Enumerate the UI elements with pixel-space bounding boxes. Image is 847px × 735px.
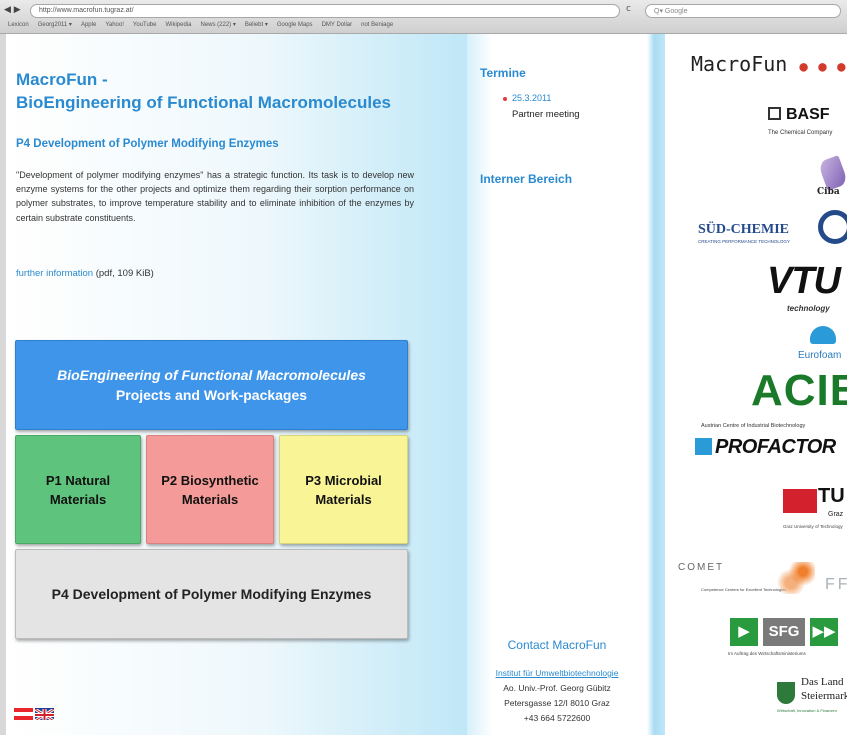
sfg-logo[interactable]: ▶ SFG ▶▶ — [730, 618, 838, 646]
bookmark-item[interactable]: Wikipedia — [165, 22, 191, 28]
tu-graz-tagline: Graz University of Technology — [783, 524, 843, 529]
steiermark-crest-icon — [777, 682, 795, 704]
section-subtitle: P4 Development of Polymer Modifying Enzy… — [16, 138, 279, 150]
back-forward-buttons[interactable]: ◀ ▶ — [4, 5, 21, 15]
institute-link[interactable]: Institut für Umweltbiotechnologie — [467, 666, 647, 681]
pdf-size: (pdf, 109 KiB) — [95, 268, 154, 279]
profactor-logo[interactable]: PROFACTOR — [695, 436, 836, 459]
sfg-wordmark: SFG — [763, 618, 805, 646]
comet-tagline: Competence Centers for Excellent Technol… — [701, 587, 787, 592]
contact-phone: +43 664 5722600 — [523, 713, 591, 723]
acib-logo[interactable]: ACIB — [751, 366, 847, 416]
bookmarks-bar: Lexicon Georg2011 ▾ Apple Yahoo! YouTube Wiki… — [8, 21, 838, 32]
contact-address: Petersgasse 12/I 8010 Graz — [504, 698, 610, 708]
title-line-1: MacroFun - — [16, 70, 108, 89]
further-info: further information (pdf, 109 KiB) — [16, 268, 154, 279]
ffg-logo[interactable]: FFG — [825, 576, 847, 594]
contact-block: Institut für Umweltbiotechnologie Ao. Un… — [467, 666, 647, 726]
bookmark-item[interactable]: Lexicon — [8, 22, 29, 28]
news-sidebar: Termine 25.3.2011 Partner meeting Intern… — [467, 34, 647, 735]
event-date[interactable]: 25.3.2011 — [512, 93, 551, 103]
profactor-wordmark: PROFACTOR — [715, 436, 836, 458]
ffg-swirl-icon — [775, 562, 815, 594]
further-information-link[interactable]: further information — [16, 268, 93, 279]
work-packages-header-box: BioEngineering of Functional Macromolecu… — [15, 340, 408, 430]
tu-graz-blocks-icon — [783, 489, 817, 513]
steiermark-logo[interactable]: Das Land Steiermark — [801, 675, 847, 703]
bookmark-item[interactable]: Apple — [81, 22, 96, 28]
basf-square-icon — [768, 107, 781, 120]
bookmark-item[interactable]: Yahoo! — [105, 22, 124, 28]
eurofoam-wave-icon — [810, 326, 836, 344]
main-content: MacroFun - BioEngineering of Functional … — [6, 34, 467, 735]
bookmark-item[interactable]: DMY Dollar — [322, 22, 353, 28]
partner-logos: MacroFun ● ● ● BASF The Chemical Company… — [665, 34, 847, 735]
macrofun-dots: ● ● ● — [799, 59, 847, 75]
bookmark-item[interactable]: Georg2011 ▾ — [38, 22, 72, 28]
steiermark-tagline: Wirtschaft, Innovation & Finanzen — [777, 708, 837, 713]
steiermark-line-1: Das Land — [801, 676, 844, 688]
eurofoam-logo[interactable]: Eurofoam — [798, 350, 841, 361]
bookmark-item[interactable]: News (222) ▾ — [200, 22, 235, 28]
event-text: Partner meeting — [512, 109, 580, 120]
vtu-tagline: technology — [787, 304, 830, 313]
termine-heading[interactable]: Termine — [480, 66, 526, 80]
browser-search-input[interactable]: Q▾ Google — [645, 4, 841, 18]
address-bar[interactable]: http://www.macrofun.tugraz.at/ — [30, 4, 620, 18]
reload-icon[interactable]: c — [626, 4, 631, 14]
bookmark-item[interactable]: Beliebt ▾ — [245, 22, 268, 28]
contact-heading: Contact MacroFun — [507, 638, 607, 652]
macrofun-logo[interactable]: MacroFun ● ● ● — [691, 52, 847, 76]
decorative-strip — [647, 34, 665, 735]
acib-tagline: Austrian Centre of Industrial Biotechnol… — [701, 423, 806, 429]
profactor-square-icon — [695, 438, 712, 455]
sfg-forward-icon: ▶▶ — [810, 618, 838, 646]
search-placeholder: Google — [664, 8, 688, 15]
p4-box[interactable]: P4 Development of Polymer Modifying Enzy… — [15, 549, 408, 639]
vtu-logo[interactable]: VTU — [767, 260, 841, 303]
title-line-2: BioEngineering of Functional Macromolecu… — [16, 93, 391, 112]
p2-box[interactable]: P2 Biosynthetic Materials — [146, 435, 274, 544]
uk-flag-graphic — [35, 708, 54, 720]
sud-chemie-logo[interactable]: SÜD-CHEMIE — [698, 222, 789, 238]
tu-graz-label: Graz — [828, 511, 844, 518]
p1-box[interactable]: P1 Natural Materials — [15, 435, 141, 544]
bookmark-item[interactable]: YouTube — [133, 22, 157, 28]
sud-chemie-ring-icon — [818, 210, 847, 244]
macrofun-wordmark: MacroFun — [691, 52, 788, 76]
description-text: "Development of polymer modifying enzyme… — [16, 170, 414, 223]
ciba-butterfly-icon — [817, 155, 847, 191]
contact-name: Ao. Univ.-Prof. Georg Gübitz — [503, 683, 611, 693]
tu-graz-logo[interactable]: TU — [818, 485, 845, 508]
bookmark-item[interactable]: not Beniage — [361, 22, 393, 28]
uk-flag-icon[interactable] — [35, 708, 54, 720]
web-page: MacroFun - BioEngineering of Functional … — [6, 34, 847, 735]
intern-link[interactable]: Interner Bereich — [480, 172, 572, 186]
basf-logo[interactable]: BASF — [768, 106, 830, 124]
basf-tagline: The Chemical Company — [768, 130, 833, 136]
event-bullet-icon — [503, 97, 507, 101]
page-title: MacroFun - BioEngineering of Functional … — [16, 68, 436, 114]
bookmark-item[interactable]: Google Maps — [277, 22, 313, 28]
basf-wordmark: BASF — [786, 106, 830, 123]
steiermark-line-2: Steiermark — [801, 690, 847, 702]
browser-toolbar: ◀ ▶ http://www.macrofun.tugraz.at/ c Q▾ … — [0, 0, 847, 34]
language-flags — [14, 708, 54, 720]
sud-chemie-tagline: CREATING PERFORMANCE TECHNOLOGY — [698, 239, 790, 244]
sfg-play-icon: ▶ — [730, 618, 758, 646]
ciba-logo[interactable]: Ciba — [817, 187, 840, 197]
comet-logo[interactable]: COMET — [678, 562, 724, 573]
diagram-title: BioEngineering of Functional Macromolecu… — [57, 367, 366, 383]
diagram-subtitle: Projects and Work-packages — [115, 387, 308, 403]
p3-box[interactable]: P3 Microbial Materials — [279, 435, 408, 544]
sfg-tagline: Im Auftrag des Wirtschaftsministeriums — [728, 651, 806, 656]
austria-flag-icon[interactable] — [14, 708, 33, 720]
